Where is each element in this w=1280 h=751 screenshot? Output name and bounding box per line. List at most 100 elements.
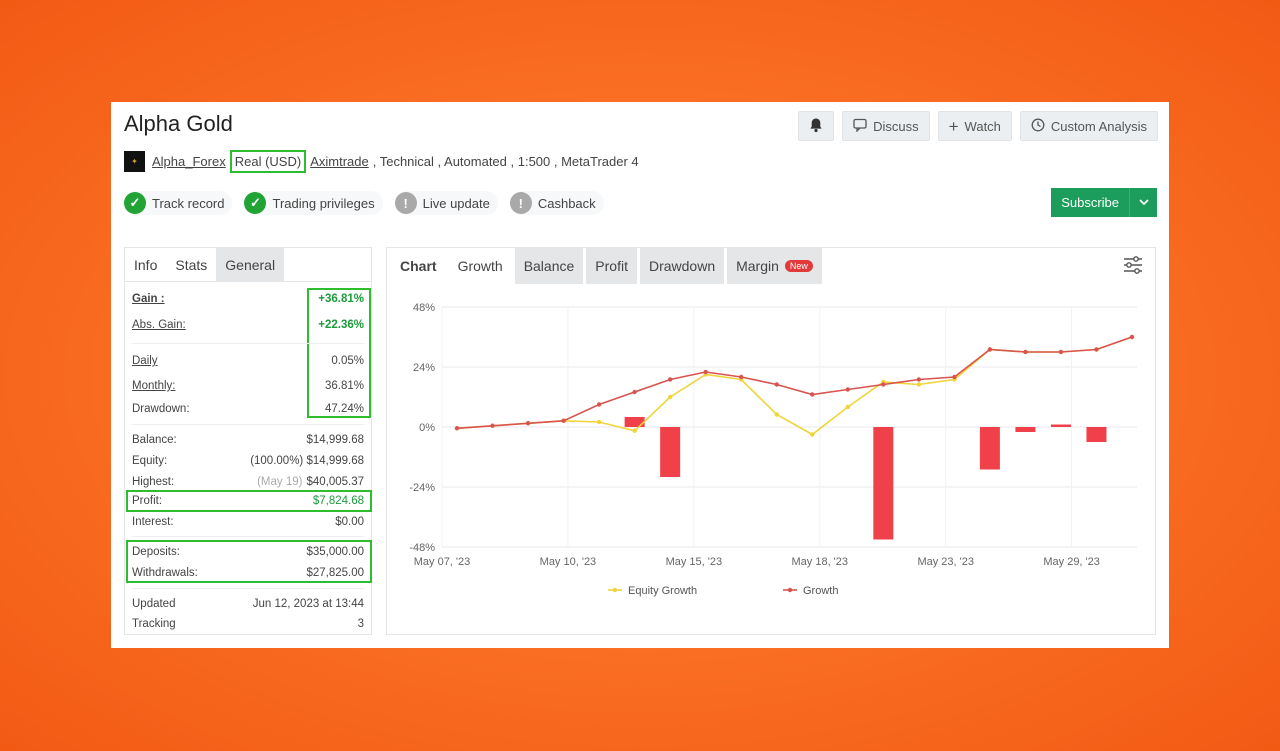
line-series [454, 334, 1135, 437]
badge-track-record[interactable]: ✓ Track record [124, 191, 233, 215]
check-icon: ✓ [124, 192, 146, 214]
series-point [916, 377, 922, 382]
series-point [881, 382, 886, 387]
clock-icon [1031, 118, 1045, 135]
divider [132, 536, 364, 537]
series-point [596, 419, 602, 425]
badge-label: Trading privileges [272, 195, 375, 211]
series-line [456, 336, 1133, 430]
bar [873, 427, 894, 540]
stat-updated: Updated Jun 12, 2023 at 13:44 [132, 598, 364, 610]
tab-chart[interactable]: Chart [391, 248, 446, 284]
stat-withdrawals: Withdrawals: $27,825.00 [132, 567, 364, 579]
x-tick-label: May 29, '23 [1043, 556, 1100, 568]
legend-marker [787, 587, 793, 593]
y-tick-label: 24% [413, 362, 435, 374]
series-point [1058, 349, 1064, 355]
series-point [490, 423, 495, 428]
exclamation-icon: ! [509, 192, 532, 214]
tab-stats[interactable]: Stats [166, 248, 216, 281]
badge-label: Cashback [537, 195, 596, 211]
legend-marker [612, 587, 618, 593]
x-tick-label: May 18, '23 [792, 556, 849, 568]
y-tick-label: -24% [409, 482, 435, 494]
stats-tabs: Info Stats General [125, 248, 371, 282]
tab-margin-label: Margin [736, 258, 779, 274]
badge-live-update[interactable]: ! Live update [394, 191, 498, 215]
bar [660, 427, 681, 477]
plus-icon: + [948, 116, 959, 136]
tab-margin[interactable]: Margin New [727, 248, 822, 284]
stat-monthly: Monthly: 36.81% [132, 380, 364, 392]
subscribe-button[interactable]: Subscribe [1051, 188, 1157, 217]
owner-link[interactable]: Alpha_Forex [152, 154, 226, 169]
series-point [952, 374, 957, 380]
series-point [632, 428, 637, 433]
chart-settings-button[interactable] [1123, 256, 1143, 279]
series-point [774, 412, 779, 417]
new-badge: New [784, 260, 813, 272]
bar [1015, 427, 1036, 432]
badge-label: Track record [152, 195, 225, 211]
series-point [810, 432, 815, 437]
x-tick-label: May 23, '23 [917, 556, 974, 568]
x-axis-labels: May 07, '23 May 10, '23 May 15, '23 May 18,… [414, 556, 1100, 568]
exclamation-icon: ! [394, 192, 417, 214]
stat-highest: Highest: (May 19) $40,005.37 [132, 476, 364, 488]
series-point [454, 426, 460, 431]
y-axis-labels: 48% 24% 0% -24% -48% [409, 302, 435, 554]
tab-balance[interactable]: Balance [514, 248, 584, 284]
series-point [810, 392, 815, 397]
x-tick-label: May 10, '23 [540, 556, 597, 568]
series-point [987, 347, 993, 352]
y-tick-label: 0% [419, 422, 435, 434]
series-point [1129, 334, 1135, 340]
stat-profit: Profit: $7,824.68 [132, 495, 364, 507]
series-point [703, 369, 708, 375]
account-details: , Technical , Automated , 1:500 , MetaTr… [372, 153, 639, 169]
series-point [561, 418, 566, 423]
broker-link[interactable]: Aximtrade [310, 154, 369, 169]
custom-analysis-button[interactable]: Custom Analysis [1019, 111, 1158, 141]
tab-info[interactable]: Info [125, 248, 166, 281]
series-point [845, 404, 850, 410]
stat-deposits: Deposits: $35,000.00 [132, 546, 364, 558]
top-actions: Discuss + Watch Custom Analysis [798, 111, 1158, 141]
series-point [845, 387, 850, 392]
badge-row: ✓ Track record ✓ Trading privileges ! Li… [124, 191, 604, 215]
legend-label: Growth [803, 585, 838, 597]
badge-trading-privileges[interactable]: ✓ Trading privileges [244, 191, 383, 215]
tab-drawdown[interactable]: Drawdown [639, 248, 725, 284]
discuss-button[interactable]: Discuss [842, 111, 930, 141]
y-tick-label: -48% [409, 542, 435, 554]
notifications-button[interactable] [798, 111, 835, 141]
stat-drawdown: Drawdown: 47.24% [132, 403, 364, 415]
chevron-down-icon[interactable] [1129, 188, 1157, 217]
growth-chart: 48%24%0%-24%-48% May 07, '23 May 10, '23 M… [409, 302, 1137, 597]
watch-button[interactable]: + Watch [937, 111, 1012, 141]
bell-icon [808, 117, 824, 136]
account-type: Real (USD) [229, 149, 307, 173]
sliders-icon [1123, 256, 1143, 278]
custom-analysis-label: Custom Analysis [1050, 118, 1147, 134]
tab-growth[interactable]: Growth [449, 248, 512, 284]
badge-cashback[interactable]: ! Cashback [509, 191, 604, 215]
legend-label: Equity Growth [628, 585, 697, 597]
series-point [774, 382, 779, 387]
discuss-label: Discuss [873, 118, 919, 134]
tab-general[interactable]: General [216, 248, 285, 281]
stat-equity: Equity: (100.00%) $14,999.68 [132, 455, 364, 467]
stats-panel: Info Stats General Gain : +36.81% Abs. G… [124, 247, 372, 635]
bar [624, 417, 645, 427]
chart-panel: Chart Growth Balance Profit Drawdown Mar… [386, 247, 1156, 635]
stat-gain: Gain : +36.81% [132, 293, 364, 305]
series-point [1094, 347, 1099, 352]
stat-interest: Interest: $0.00 [132, 516, 364, 528]
page-title: Alpha Gold [124, 111, 233, 136]
series-point [1023, 349, 1028, 355]
tab-profit[interactable]: Profit [586, 248, 637, 284]
chart-tabs: Chart Growth Balance Profit Drawdown Mar… [387, 248, 1155, 284]
series-point [525, 421, 531, 426]
account-meta: ✦ Alpha_Forex Real (USD) Aximtrade , Tec… [124, 149, 639, 173]
stat-daily: Daily 0.05% [132, 355, 364, 367]
